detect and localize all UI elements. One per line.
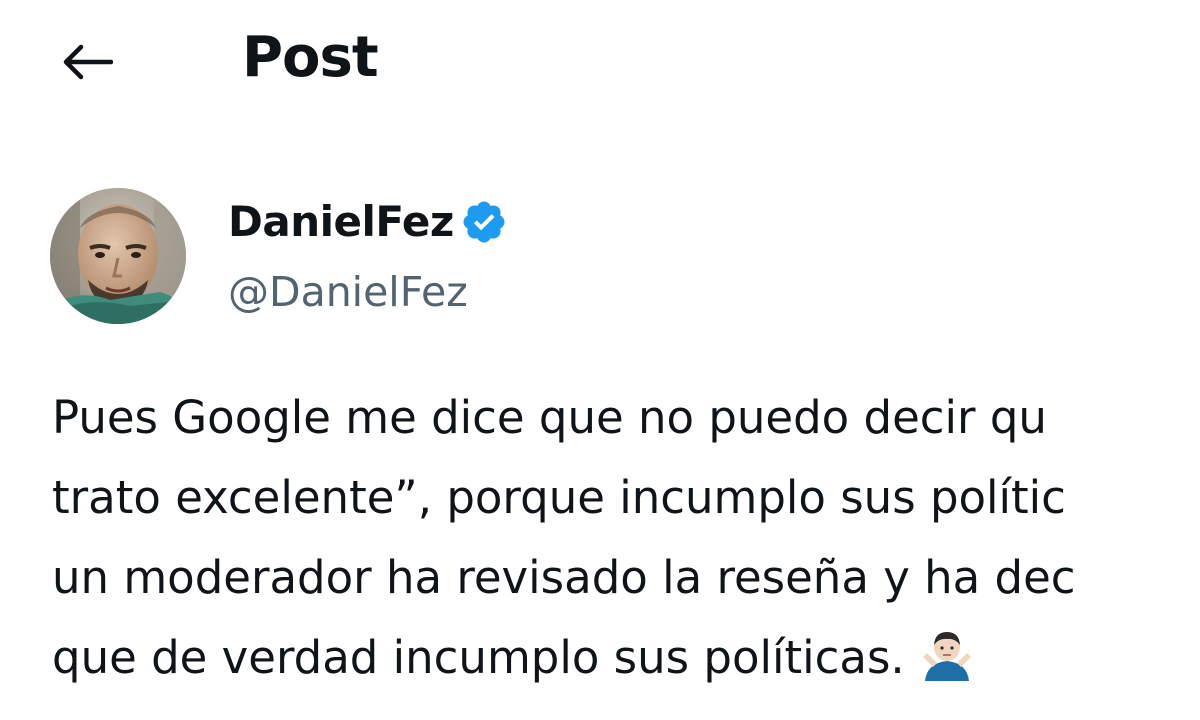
post-text-line: un moderador ha revisado la reseña y ha … <box>52 551 1076 604</box>
post-text-line-last: que de verdad incumplo sus políticas. <box>52 618 1200 698</box>
display-name-row: DanielFez <box>228 190 508 254</box>
page-title: Post <box>242 25 379 90</box>
avatar[interactable] <box>50 188 186 324</box>
back-button[interactable] <box>52 32 122 92</box>
post-text-line: trato excelente”, porque incumplo sus po… <box>52 471 1066 524</box>
user-handle[interactable]: @DanielFez <box>228 264 468 320</box>
post-author: DanielFez @DanielFez <box>0 180 1200 340</box>
verified-badge-icon[interactable] <box>460 198 508 246</box>
arrow-left-icon <box>61 44 113 80</box>
post-text-line: Pues Google me dice que no puedo decir q… <box>52 391 1047 444</box>
top-header: Post <box>0 0 1200 120</box>
post-text: Pues Google me dice que no puedo decir q… <box>52 378 1200 720</box>
post-text-line-content: que de verdad incumplo sus políticas. <box>52 631 905 684</box>
man-shrugging-emoji <box>919 627 975 683</box>
display-name[interactable]: DanielFez <box>228 190 454 254</box>
